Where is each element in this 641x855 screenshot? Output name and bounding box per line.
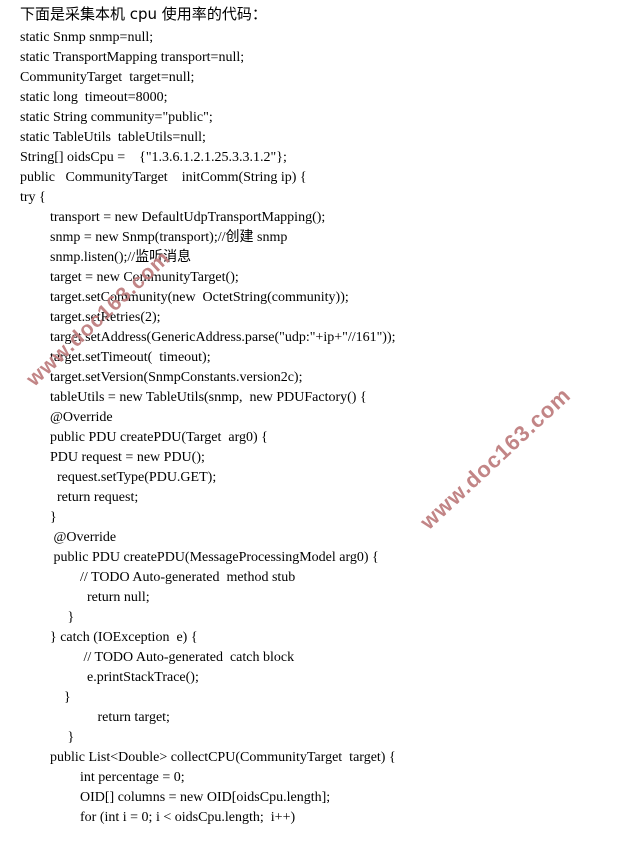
code-line-text: target = new CommunityTarget(); <box>50 270 239 285</box>
code-line: @Override <box>0 528 641 548</box>
code-line: static long timeout=8000; <box>0 88 641 108</box>
code-line-text: tableUtils = new TableUtils(snmp, new PD… <box>50 390 367 405</box>
code-line: PDU request = new PDU(); <box>0 448 641 468</box>
code-line-text: return target; <box>80 710 170 725</box>
code-line-text: int percentage = 0; <box>80 770 185 785</box>
code-line-text: snmp = new Snmp(transport);//创建 snmp <box>50 230 288 245</box>
code-line-text: e.printStackTrace(); <box>80 670 199 685</box>
code-line-text: } <box>50 510 57 525</box>
code-line: target.setAddress(GenericAddress.parse("… <box>0 328 641 348</box>
code-line-text: static String community="public"; <box>20 110 213 125</box>
code-line-text: request.setType(PDU.GET); <box>50 470 217 485</box>
code-line-text: transport = new DefaultUdpTransportMappi… <box>50 210 326 225</box>
code-line-text: public List<Double> collectCPU(Community… <box>50 750 396 765</box>
code-line-text: @Override <box>50 530 117 545</box>
code-line: snmp = new Snmp(transport);//创建 snmp <box>0 228 641 248</box>
code-line: target = new CommunityTarget(); <box>0 268 641 288</box>
code-line-text: target.setVersion(SnmpConstants.version2… <box>50 370 303 385</box>
code-line-text: target.setRetries(2); <box>50 310 161 325</box>
code-line-text: public CommunityTarget initComm(String i… <box>20 170 307 185</box>
code-line-text: static TransportMapping transport=null; <box>20 50 245 65</box>
code-line: try { <box>0 188 641 208</box>
code-line: } catch (IOException e) { <box>0 628 641 648</box>
code-line: target.setCommunity(new OctetString(comm… <box>0 288 641 308</box>
code-line-text: CommunityTarget target=null; <box>20 70 195 85</box>
document-page: www.doc163.com www.doc163.com 下面是采集本机 cp… <box>0 0 641 855</box>
code-line: static TableUtils tableUtils=null; <box>0 128 641 148</box>
code-line-text: public PDU createPDU(Target arg0) { <box>50 430 268 445</box>
page-title: 下面是采集本机 cpu 使用率的代码： <box>20 5 267 23</box>
code-line: snmp.listen();//监听消息 <box>0 248 641 268</box>
code-line: return target; <box>0 708 641 728</box>
code-line: static TransportMapping transport=null; <box>0 48 641 68</box>
code-line: return request; <box>0 488 641 508</box>
code-line: static Snmp snmp=null; <box>0 28 641 48</box>
code-line: } <box>0 728 641 748</box>
code-line-text: target.setAddress(GenericAddress.parse("… <box>50 330 396 345</box>
code-line: public List<Double> collectCPU(Community… <box>0 748 641 768</box>
code-line: return null; <box>0 588 641 608</box>
code-line: for (int i = 0; i < oidsCpu.length; i++) <box>0 808 641 828</box>
code-line: // TODO Auto-generated catch block <box>0 648 641 668</box>
code-line: transport = new DefaultUdpTransportMappi… <box>0 208 641 228</box>
code-line: public PDU createPDU(MessageProcessingMo… <box>0 548 641 568</box>
code-line: OID[] columns = new OID[oidsCpu.length]; <box>0 788 641 808</box>
code-line: target.setVersion(SnmpConstants.version2… <box>0 368 641 388</box>
code-line: } <box>0 688 641 708</box>
code-line-text: target.setTimeout( timeout); <box>50 350 211 365</box>
code-line: String[] oidsCpu = {"1.3.6.1.2.1.25.3.3.… <box>0 148 641 168</box>
code-line-text: } <box>50 610 75 625</box>
code-line: @Override <box>0 408 641 428</box>
code-line-text: target.setCommunity(new OctetString(comm… <box>50 290 349 305</box>
code-line-text: // TODO Auto-generated method stub <box>80 570 296 585</box>
code-line: public PDU createPDU(Target arg0) { <box>0 428 641 448</box>
code-listing: static Snmp snmp=null; static TransportMa… <box>0 28 641 828</box>
code-line: public CommunityTarget initComm(String i… <box>0 168 641 188</box>
code-line-text: public PDU createPDU(MessageProcessingMo… <box>50 550 379 565</box>
code-line: static String community="public"; <box>0 108 641 128</box>
code-line-text: OID[] columns = new OID[oidsCpu.length]; <box>80 790 331 805</box>
code-line-text: try { <box>20 190 46 205</box>
code-line-text: return null; <box>80 590 150 605</box>
code-line-text: String[] oidsCpu = {"1.3.6.1.2.1.25.3.3.… <box>20 150 287 165</box>
code-line-text: static TableUtils tableUtils=null; <box>20 130 206 145</box>
code-line: e.printStackTrace(); <box>0 668 641 688</box>
code-line: target.setRetries(2); <box>0 308 641 328</box>
code-line-text: } catch (IOException e) { <box>50 630 198 645</box>
code-line-text: } <box>50 730 75 745</box>
code-line-text: // TODO Auto-generated catch block <box>80 650 295 665</box>
code-line: request.setType(PDU.GET); <box>0 468 641 488</box>
code-line: tableUtils = new TableUtils(snmp, new PD… <box>0 388 641 408</box>
code-line-text: static Snmp snmp=null; <box>20 30 154 45</box>
code-line-text: return request; <box>50 490 139 505</box>
code-line-text: PDU request = new PDU(); <box>50 450 205 465</box>
code-line: } <box>0 508 641 528</box>
code-line: target.setTimeout( timeout); <box>0 348 641 368</box>
code-line: // TODO Auto-generated method stub <box>0 568 641 588</box>
code-line-text: } <box>50 690 71 705</box>
code-line-text: for (int i = 0; i < oidsCpu.length; i++) <box>80 810 296 825</box>
code-line-text: @Override <box>50 410 113 425</box>
code-line-text: static long timeout=8000; <box>20 90 168 105</box>
code-line-text: snmp.listen();//监听消息 <box>50 250 192 265</box>
code-line: int percentage = 0; <box>0 768 641 788</box>
code-line: } <box>0 608 641 628</box>
code-line: CommunityTarget target=null; <box>0 68 641 88</box>
